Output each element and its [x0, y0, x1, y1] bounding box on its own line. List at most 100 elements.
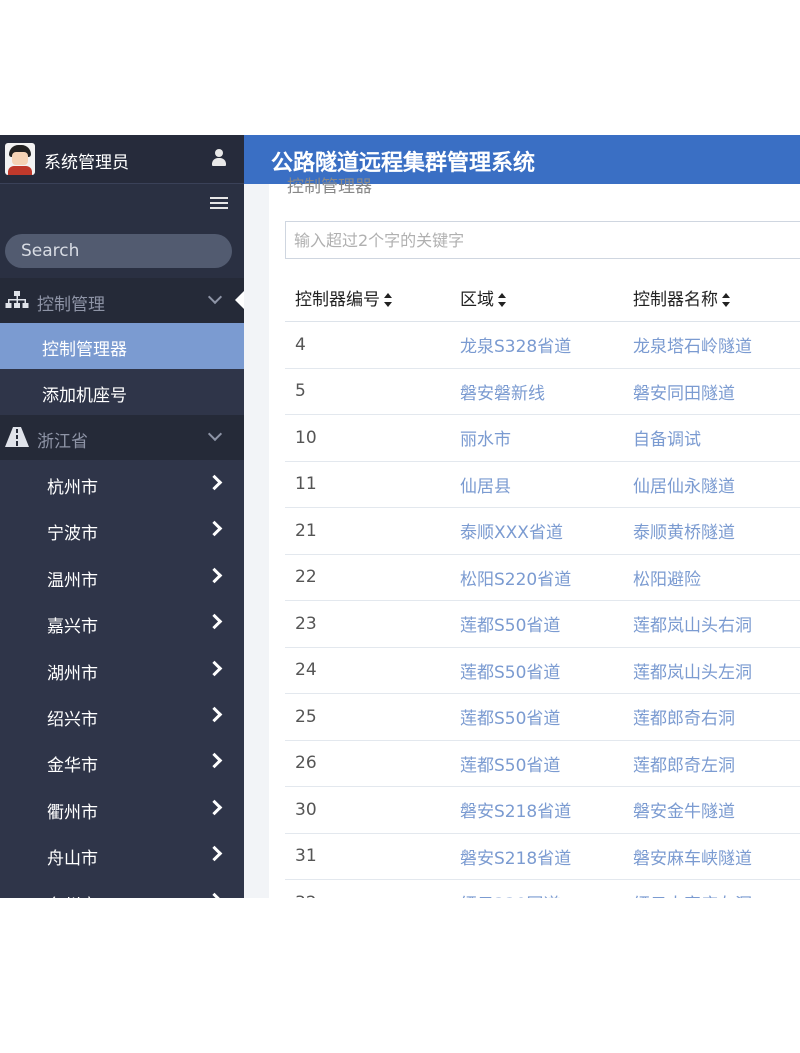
chevron-right-icon — [206, 892, 223, 898]
sidebar-item-label: 绍兴市 — [47, 709, 98, 730]
sidebar-item-city[interactable]: 嘉兴市 — [0, 599, 244, 645]
sidebar-item-label: 金华市 — [47, 756, 98, 777]
cell-controller-name-link[interactable]: 自备调试 — [623, 414, 800, 462]
chevron-right-icon — [206, 474, 223, 491]
city-list: 杭州市宁波市温州市嘉兴市湖州市绍兴市金华市衢州市舟山市台州市 — [0, 460, 244, 898]
table-row[interactable]: 21 泰顺XXX省道 泰顺黄桥隧道 — [285, 507, 800, 555]
cell-controller-name-link[interactable]: 泰顺黄桥隧道 — [623, 507, 800, 555]
cell-controller-name-link[interactable]: 莲都郎奇右洞 — [623, 693, 800, 741]
nav-group-label: 浙江省 — [37, 432, 88, 452]
cell-area-link[interactable]: 缙云330国道 — [450, 879, 623, 898]
sidebar-item-add-base[interactable]: 添加机座号 — [0, 369, 244, 415]
sidebar-item-city[interactable]: 金华市 — [0, 738, 244, 784]
cell-area-link[interactable]: 莲都S50省道 — [450, 740, 623, 787]
cell-area-link[interactable]: 仙居县 — [450, 461, 623, 508]
cell-controller-id: 22 — [285, 554, 450, 601]
cell-controller-id: 5 — [285, 368, 450, 415]
cell-area-link[interactable]: 磐安S218省道 — [450, 833, 623, 880]
sidebar-item-city[interactable]: 温州市 — [0, 553, 244, 599]
search-input[interactable] — [5, 234, 232, 268]
main-content: 公路隧道远程集群管理系统 控制管理器 控制器编号 区域 控制器名称 4龙泉S32… — [244, 135, 800, 898]
cell-controller-name-link[interactable]: 仙居仙永隧道 — [623, 461, 800, 508]
nav-group-control[interactable]: 控制管理 — [0, 278, 244, 323]
column-header-id[interactable]: 控制器编号 — [285, 273, 450, 322]
sidebar-item-label: 添加机座号 — [42, 386, 127, 406]
table-row[interactable]: 22 松阳S220省道 松阳避险 — [285, 554, 800, 601]
cell-controller-name-link[interactable]: 龙泉塔石岭隧道 — [623, 321, 800, 369]
sidebar-item-city[interactable]: 绍兴市 — [0, 692, 244, 738]
sidebar-item-city[interactable]: 舟山市 — [0, 831, 244, 877]
sidebar: 系统管理员 控制管理 控制管理器 — [0, 135, 244, 898]
cell-controller-name-link[interactable]: 磐安同田隧道 — [623, 368, 800, 415]
sort-icon — [722, 292, 731, 307]
table-row[interactable]: 4 龙泉S328省道 龙泉塔石岭隧道 — [285, 321, 800, 369]
table-row[interactable]: 31 磐安S218省道 磐安麻车峡隧道 — [285, 833, 800, 880]
keyword-filter-input[interactable] — [285, 221, 800, 259]
avatar[interactable] — [5, 143, 35, 175]
sidebar-item-city[interactable]: 台州市 — [0, 878, 244, 898]
sidebar-item-label: 台州市 — [47, 891, 98, 898]
table-row[interactable]: 25 莲都S50省道 莲都郎奇右洞 — [285, 693, 800, 741]
sidebar-item-city[interactable]: 宁波市 — [0, 506, 244, 552]
column-header-name[interactable]: 控制器名称 — [623, 273, 800, 322]
cell-controller-name-link[interactable]: 莲都岚山头右洞 — [623, 600, 800, 648]
chevron-right-icon — [206, 706, 223, 723]
hamburger-menu-icon[interactable] — [210, 197, 228, 211]
cell-controller-name-link[interactable]: 莲都郎奇左洞 — [623, 740, 800, 787]
table-row[interactable]: 30 磐安S218省道 磐安金牛隧道 — [285, 786, 800, 834]
table-header-row: 控制器编号 区域 控制器名称 — [285, 273, 800, 322]
user-icon[interactable] — [212, 149, 226, 167]
sidebar-item-city[interactable]: 衢州市 — [0, 785, 244, 831]
sidebar-item-label: 衢州市 — [47, 802, 98, 823]
table-row[interactable]: 24 莲都S50省道 莲都岚山头左洞 — [285, 647, 800, 694]
cell-controller-name-link[interactable]: 磐安麻车峡隧道 — [623, 833, 800, 880]
cell-area-link[interactable]: 丽水市 — [450, 414, 623, 462]
panel-title: 控制管理器 — [287, 177, 372, 197]
cell-area-link[interactable]: 莲都S50省道 — [450, 600, 623, 648]
sidebar-item-label: 舟山市 — [47, 849, 98, 870]
cell-area-link[interactable]: 松阳S220省道 — [450, 554, 623, 601]
controller-table: 控制器编号 区域 控制器名称 4 龙泉S328省道 龙泉塔石岭隧道 5 磐安磐新线 磐安同… — [285, 273, 800, 898]
cell-controller-name-link[interactable]: 莲都岚山头左洞 — [623, 647, 800, 694]
cell-controller-id: 25 — [285, 693, 450, 741]
cell-controller-name-link[interactable]: 磐安金牛隧道 — [623, 786, 800, 834]
cell-area-link[interactable]: 磐安磐新线 — [450, 368, 623, 415]
chevron-right-icon — [206, 660, 223, 676]
sidebar-search — [0, 226, 244, 278]
cell-controller-id: 26 — [285, 740, 450, 787]
table-row[interactable]: 32缙云330国道缙云大家店左洞 — [285, 879, 800, 898]
chevron-right-icon — [206, 753, 223, 769]
chevron-right-icon — [206, 613, 223, 630]
column-header-area[interactable]: 区域 — [450, 273, 623, 322]
cell-area-link[interactable]: 龙泉S328省道 — [450, 321, 623, 369]
chevron-right-icon — [206, 799, 223, 816]
chevron-right-icon — [206, 567, 223, 584]
cell-area-link[interactable]: 莲都S50省道 — [450, 647, 623, 694]
sidebar-item-label: 控制管理器 — [42, 340, 127, 360]
table-row[interactable]: 26 莲都S50省道 莲都郎奇左洞 — [285, 740, 800, 787]
cell-area-link[interactable]: 泰顺XXX省道 — [450, 507, 623, 555]
sidebar-item-label: 宁波市 — [47, 524, 98, 545]
cell-controller-name-link[interactable]: 松阳避险 — [623, 554, 800, 601]
table-row[interactable]: 11 仙居县 仙居仙永隧道 — [285, 461, 800, 508]
chevron-right-icon — [206, 845, 223, 862]
sidebar-item-city[interactable]: 杭州市 — [0, 460, 244, 506]
table-row[interactable]: 23 莲都S50省道 莲都岚山头右洞 — [285, 600, 800, 648]
cell-area-link[interactable]: 莲都S50省道 — [450, 693, 623, 741]
nav-group-label: 控制管理 — [37, 295, 105, 315]
cell-controller-id: 4 — [285, 321, 450, 369]
sidebar-item-controller-manager[interactable]: 控制管理器 — [0, 323, 244, 369]
sidebar-item-city[interactable]: 湖州市 — [0, 646, 244, 692]
chevron-down-icon — [207, 426, 223, 442]
table-row[interactable]: 5 磐安磐新线 磐安同田隧道 — [285, 368, 800, 415]
sort-icon — [498, 292, 507, 307]
sidebar-item-label: 温州市 — [47, 570, 98, 591]
nav-group-province[interactable]: 浙江省 — [0, 415, 244, 460]
table-row[interactable]: 10 丽水市 自备调试 — [285, 414, 800, 462]
cell-controller-name-link[interactable]: 缙云大家店左洞 — [623, 879, 800, 898]
cell-controller-id: 10 — [285, 414, 450, 462]
chevron-right-icon — [206, 521, 223, 537]
sidebar-item-label: 湖州市 — [47, 663, 98, 684]
chevron-down-icon — [207, 289, 223, 305]
cell-area-link[interactable]: 磐安S218省道 — [450, 786, 623, 834]
